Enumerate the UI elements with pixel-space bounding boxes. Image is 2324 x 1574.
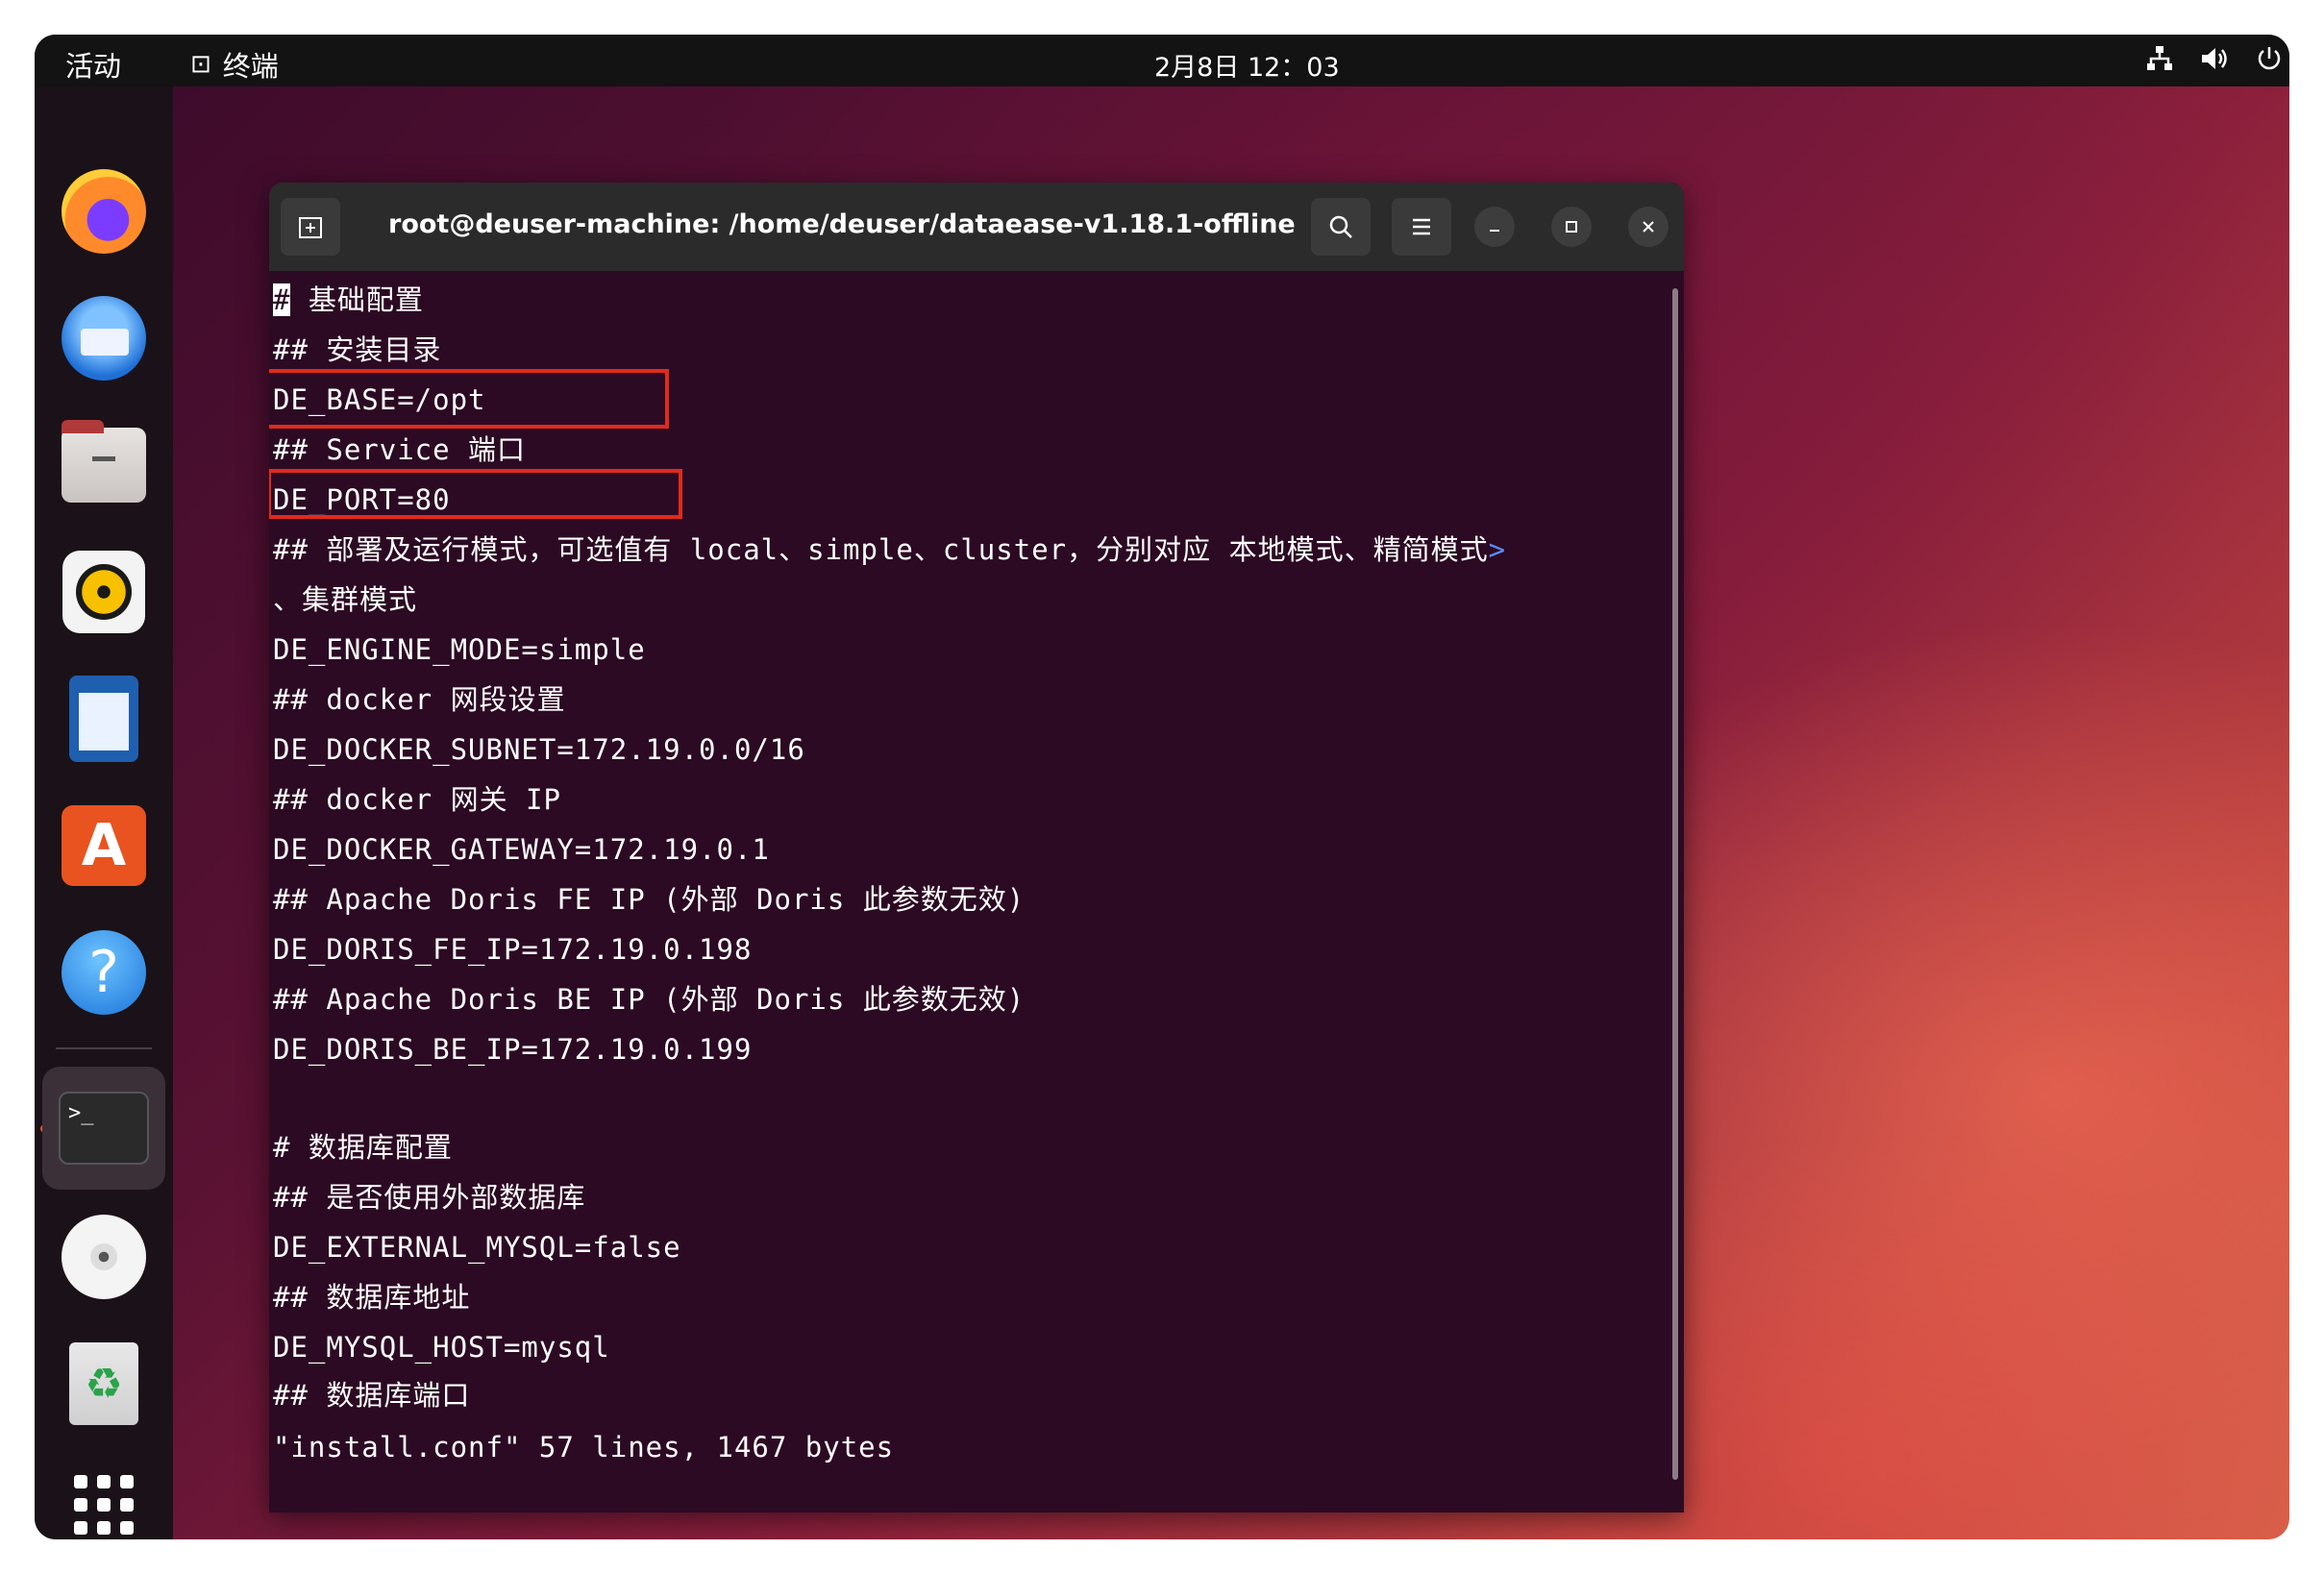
app-menu[interactable]: ⊡ 终端 <box>190 44 279 85</box>
terminal-line: ## 部署及运行模式，可选值有 local、simple、cluster，分别对… <box>273 530 1506 569</box>
terminal-line: ## 是否使用外部数据库 <box>273 1181 586 1214</box>
desktop: 活动 ⊡ 终端 2月8日 12：03 A ? >_ ♻ root@deuser-… <box>35 35 2289 1539</box>
show-apps-icon[interactable] <box>56 1457 152 1539</box>
terminal-prompt-glyph: >_ <box>59 1092 149 1165</box>
libreoffice-writer-icon[interactable] <box>56 671 152 767</box>
terminal-titlebar[interactable]: root@deuser-machine: /home/deuser/dataea… <box>269 183 1684 271</box>
terminal-line: DE_DORIS_FE_IP=172.19.0.198 <box>273 933 753 966</box>
terminal-line: DE_DOCKER_GATEWAY=172.19.0.1 <box>273 833 770 866</box>
network-icon[interactable] <box>2145 44 2174 73</box>
terminal-line: ## Service 端口 <box>273 433 527 466</box>
new-tab-button[interactable] <box>281 198 340 256</box>
minimize-button[interactable] <box>1474 207 1515 247</box>
dock-separator <box>56 1047 152 1049</box>
maximize-button[interactable] <box>1551 207 1592 247</box>
top-bar: 活动 ⊡ 终端 2月8日 12：03 <box>35 35 2289 86</box>
terminal-line: DE_DORIS_BE_IP=172.19.0.199 <box>273 1033 753 1066</box>
system-tray[interactable] <box>2145 44 2284 73</box>
terminal-content[interactable]: # 基础配置 ## 安装目录 DE_BASE=/opt ## Service 端… <box>269 271 1669 1513</box>
terminal-line: ## Apache Doris BE IP (外部 Doris 此参数无效) <box>273 983 1026 1016</box>
disc-icon[interactable] <box>56 1209 152 1305</box>
terminal-line: ## 数据库端口 <box>273 1379 471 1412</box>
highlight-box-de-base <box>269 369 669 429</box>
scrollbar[interactable] <box>1672 288 1678 1480</box>
terminal-line-text: ## 部署及运行模式，可选值有 local、simple、cluster，分别对… <box>273 533 1489 566</box>
terminal-line: 、集群模式 <box>273 583 418 616</box>
terminal-window[interactable]: root@deuser-machine: /home/deuser/dataea… <box>269 183 1684 1513</box>
terminal-icon[interactable]: >_ <box>42 1067 165 1190</box>
dock: A ? >_ ♻ <box>35 86 173 1539</box>
power-icon[interactable] <box>2255 44 2284 73</box>
activities-button[interactable]: 活动 <box>65 44 121 85</box>
terminal-app-icon: ⊡ <box>190 50 211 79</box>
window-title: root@deuser-machine: /home/deuser/dataea… <box>388 209 1296 239</box>
terminal-line: DE_DOCKER_SUBNET=172.19.0.0/16 <box>273 733 805 766</box>
volume-icon[interactable] <box>2199 44 2230 73</box>
terminal-line: ## docker 网段设置 <box>273 683 566 716</box>
app-menu-label: 终端 <box>222 50 279 83</box>
trash-icon[interactable]: ♻ <box>56 1336 152 1432</box>
rhythmbox-icon[interactable] <box>56 544 152 640</box>
vim-status-line: "install.conf" 57 lines, 1467 bytes <box>273 1431 895 1463</box>
app-center-icon[interactable]: A <box>56 798 152 894</box>
text-cursor: # <box>273 283 291 316</box>
terminal-line: ## docker 网关 IP <box>273 783 561 816</box>
terminal-line: DE_ENGINE_MODE=simple <box>273 633 646 666</box>
terminal-line: ## Apache Doris FE IP (外部 Doris 此参数无效) <box>273 883 1026 916</box>
close-icon <box>1643 221 1654 233</box>
terminal-line: ## 数据库地址 <box>273 1281 471 1314</box>
terminal-line: DE_EXTERNAL_MYSQL=false <box>273 1231 681 1264</box>
highlight-box-de-port <box>269 469 682 519</box>
search-button[interactable] <box>1311 198 1371 256</box>
help-icon[interactable]: ? <box>56 924 152 1021</box>
search-icon <box>1329 215 1352 238</box>
terminal-line: # 基础配置 <box>273 281 424 319</box>
new-tab-icon <box>299 217 322 238</box>
hamburger-menu-icon <box>1413 218 1430 235</box>
close-button[interactable] <box>1628 207 1669 247</box>
maximize-icon <box>1566 221 1577 233</box>
minimize-icon <box>1490 230 1499 232</box>
thunderbird-icon[interactable] <box>56 290 152 386</box>
clock[interactable]: 2月8日 12：03 <box>1154 46 1340 84</box>
menu-button[interactable] <box>1392 198 1451 256</box>
terminal-line: ## 安装目录 <box>273 333 442 366</box>
firefox-icon[interactable] <box>56 163 152 259</box>
terminal-line-text: 基础配置 <box>290 283 424 316</box>
terminal-line: # 数据库配置 <box>273 1131 453 1164</box>
files-icon[interactable] <box>56 417 152 513</box>
terminal-line: DE_MYSQL_HOST=mysql <box>273 1331 610 1364</box>
line-wrap-marker: > <box>1488 533 1507 566</box>
